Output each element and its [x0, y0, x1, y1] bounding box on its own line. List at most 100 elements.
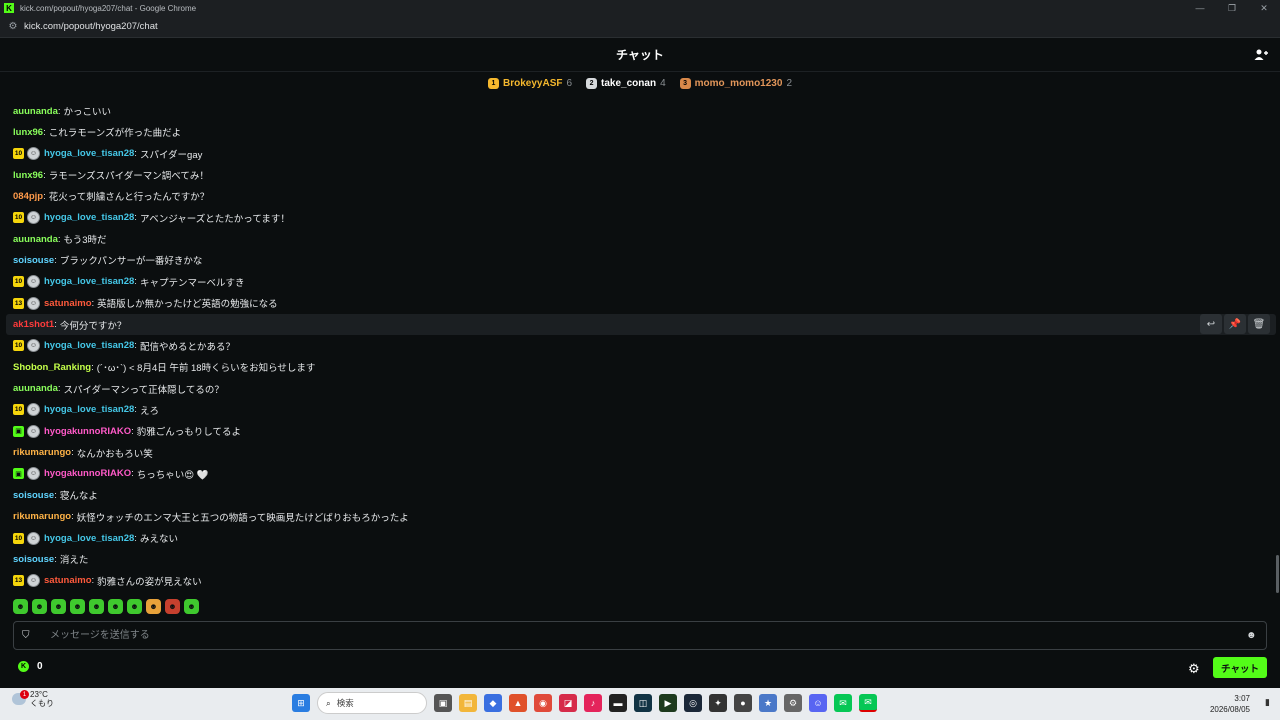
chat-message[interactable]: soisouse: ブラックパンサーが一番好きかな [13, 250, 202, 270]
chat-username[interactable]: ak1shot1 [13, 319, 54, 330]
windows-start-icon[interactable]: ⊞ [292, 694, 310, 712]
chat-input-box[interactable]: ⛉ ☻ [13, 621, 1267, 650]
emote-icon[interactable]: ☻ [146, 599, 161, 614]
emote-icon[interactable]: ☻ [165, 599, 180, 614]
chrome-icon[interactable]: ◉ [534, 694, 552, 712]
app-icon[interactable]: ◆ [484, 694, 502, 712]
chat-scrollbar[interactable] [1276, 555, 1279, 593]
emote-icon[interactable]: ☻ [184, 599, 199, 614]
chat-message[interactable]: 10 ☺ hyoga_love_tisan28: スパイダーgay [13, 144, 202, 164]
chat-message[interactable]: 10 ☺ hyoga_love_tisan28: キャプテンマーベルすき [13, 272, 244, 292]
leaderboard-entry[interactable]: 3 momo_momo1230 2 [679, 77, 792, 89]
emote-icon[interactable]: ☻ [127, 599, 142, 614]
chat-message[interactable]: Shobon_Ranking: (´･ω･`) < 8月4日 午前 18時くらいを… [13, 357, 315, 377]
chat-message[interactable]: soisouse: 消えた [13, 549, 88, 569]
chat-username[interactable]: rikumarungo [13, 447, 71, 458]
chat-username[interactable]: satunaimo [44, 298, 92, 309]
steam-icon[interactable]: ◎ [684, 694, 702, 712]
line-icon[interactable]: ✉ [859, 694, 877, 712]
obs-icon[interactable]: ● [734, 694, 752, 712]
chat-username[interactable]: soisouse [13, 255, 54, 266]
reply-icon[interactable]: ↩ [1200, 314, 1222, 334]
file-explorer-icon[interactable]: ▤ [459, 694, 477, 712]
chat-username[interactable]: hyoga_love_tisan28 [44, 404, 134, 415]
chat-username[interactable]: hyoga_love_tisan28 [44, 533, 134, 544]
chat-message[interactable]: lunx96: ラモーンズスパイダーマン調べてみ！ [13, 165, 209, 185]
chat-message[interactable]: ▣ ☺ hyogakunnoRIAKO: 豹雅ごんっもりしてるよ [13, 421, 241, 441]
send-chat-button[interactable]: チャット [1213, 657, 1267, 678]
app-icon[interactable]: ✦ [709, 694, 727, 712]
delete-icon[interactable]: 🗑 [1248, 314, 1270, 334]
app-icon[interactable]: ▬ [609, 694, 627, 712]
chat-username[interactable]: auunanda [13, 383, 58, 394]
leaderboard-username[interactable]: BrokeyyASF [503, 78, 562, 89]
kick-coins[interactable]: K 0 [18, 661, 43, 672]
taskbar-search[interactable]: ⌕ 検索 [317, 692, 427, 714]
chat-username[interactable]: rikumarungo [13, 511, 71, 522]
task-view-icon[interactable]: ▣ [434, 694, 452, 712]
app-icon[interactable]: ◫ [634, 694, 652, 712]
chat-username[interactable]: hyoga_love_tisan28 [44, 148, 134, 159]
chat-username[interactable]: hyogakunnoRIAKO [44, 468, 131, 479]
leaderboard-entry[interactable]: 2 take_conan 4 [586, 77, 666, 89]
leaderboard-username[interactable]: take_conan [601, 78, 656, 89]
chat-message[interactable]: auunanda: かっこいい [13, 101, 111, 121]
chat-username[interactable]: soisouse [13, 490, 54, 501]
chat-message[interactable]: 10 ☺ hyoga_love_tisan28: アベンジャーズとたたかってます！ [13, 208, 290, 228]
chat-message[interactable]: 10 ☺ hyoga_love_tisan28: えろ [13, 400, 159, 420]
notification-icon[interactable]: ▮ [1265, 697, 1270, 708]
chat-message[interactable]: auunanda: もう3時だ [13, 229, 107, 249]
chat-settings-icon[interactable]: ⚙ [1188, 661, 1200, 677]
app-icon[interactable]: ◪ [559, 694, 577, 712]
weather-widget[interactable]: 1 23°C くもり [12, 690, 54, 708]
chat-username[interactable]: satunaimo [44, 575, 92, 586]
chat-username[interactable]: lunx96 [13, 170, 43, 181]
chat-username[interactable]: hyogakunnoRIAKO [44, 426, 131, 437]
app-icon[interactable]: ★ [759, 694, 777, 712]
chat-username[interactable]: 084pjp [13, 191, 43, 202]
chat-username[interactable]: Shobon_Ranking [13, 362, 91, 373]
chat-message[interactable]: 084pjp: 花火って刺繍さんと行ったんですか？ [13, 186, 209, 206]
pin-icon[interactable]: 📌 [1224, 314, 1246, 334]
url-text[interactable]: kick.com/popout/hyoga207/chat [24, 21, 158, 32]
chat-message-input[interactable] [48, 629, 1246, 642]
chat-message[interactable]: ak1shot1: 今何分ですか？ [13, 315, 126, 335]
brave-browser-icon[interactable]: ▲ [509, 694, 527, 712]
chat-username[interactable]: auunanda [13, 106, 58, 117]
leaderboard-entry[interactable]: 1 BrokeyyASF 6 [488, 77, 572, 89]
emote-icon[interactable]: ☻ [32, 599, 47, 614]
taskbar-clock[interactable]: 3:07 2026/08/05 [1210, 693, 1250, 715]
site-settings-icon[interactable]: ⚙ [6, 21, 20, 32]
user-list-icon[interactable] [1254, 48, 1268, 62]
emote-icon[interactable]: ☻ [108, 599, 123, 614]
address-bar[interactable]: ⚙ kick.com/popout/hyoga207/chat [0, 16, 1280, 38]
chat-message[interactable]: rikumarungo: 妖怪ウォッチのエンマ大王と五つの物語って映画見たけどばり… [13, 507, 409, 527]
settings-icon[interactable]: ⚙ [784, 694, 802, 712]
chat-message[interactable]: 10 ☺ hyoga_love_tisan28: 配信やめるとかある？ [13, 336, 235, 356]
chat-username[interactable]: hyoga_love_tisan28 [44, 340, 134, 351]
chat-message[interactable]: auunanda: スパイダーマンって正体隠してるの？ [13, 379, 224, 399]
tiktok-icon[interactable]: ♪ [584, 694, 602, 712]
chat-message[interactable]: ▣ ☺ hyogakunnoRIAKO: ちっちゃい😍 🤍 [13, 464, 209, 484]
emote-icon[interactable]: ☻ [51, 599, 66, 614]
chat-username[interactable]: auunanda [13, 234, 58, 245]
chat-message[interactable]: soisouse: 寝んなよ [13, 485, 98, 505]
close-window-button[interactable]: ✕ [1248, 0, 1280, 16]
app-icon[interactable]: ▶ [659, 694, 677, 712]
chat-message[interactable]: lunx96: これラモーンズが作った曲だよ [13, 122, 181, 142]
emoji-picker-icon[interactable]: ☻ [1246, 630, 1266, 641]
leaderboard-username[interactable]: momo_momo1230 [695, 78, 783, 89]
chat-message[interactable]: 13 ☺ satunaimo: 豹雅さんの姿が見えない [13, 571, 202, 591]
chat-message[interactable]: 10 ☺ hyoga_love_tisan28: みえない [13, 528, 178, 548]
chat-username[interactable]: hyoga_love_tisan28 [44, 212, 134, 223]
discord-icon[interactable]: ☺ [809, 694, 827, 712]
line-icon[interactable]: ✉ [834, 694, 852, 712]
emote-icon[interactable]: ☻ [70, 599, 85, 614]
emote-icon[interactable]: ☻ [13, 599, 28, 614]
chat-message[interactable]: 13 ☺ satunaimo: 英語版しか無かったけど英語の勉強になる [13, 293, 278, 313]
chat-username[interactable]: hyoga_love_tisan28 [44, 276, 134, 287]
chat-username[interactable]: lunx96 [13, 127, 43, 138]
restore-button[interactable]: ❐ [1216, 0, 1248, 16]
minimize-button[interactable]: — [1184, 0, 1216, 16]
emote-icon[interactable]: ☻ [89, 599, 104, 614]
